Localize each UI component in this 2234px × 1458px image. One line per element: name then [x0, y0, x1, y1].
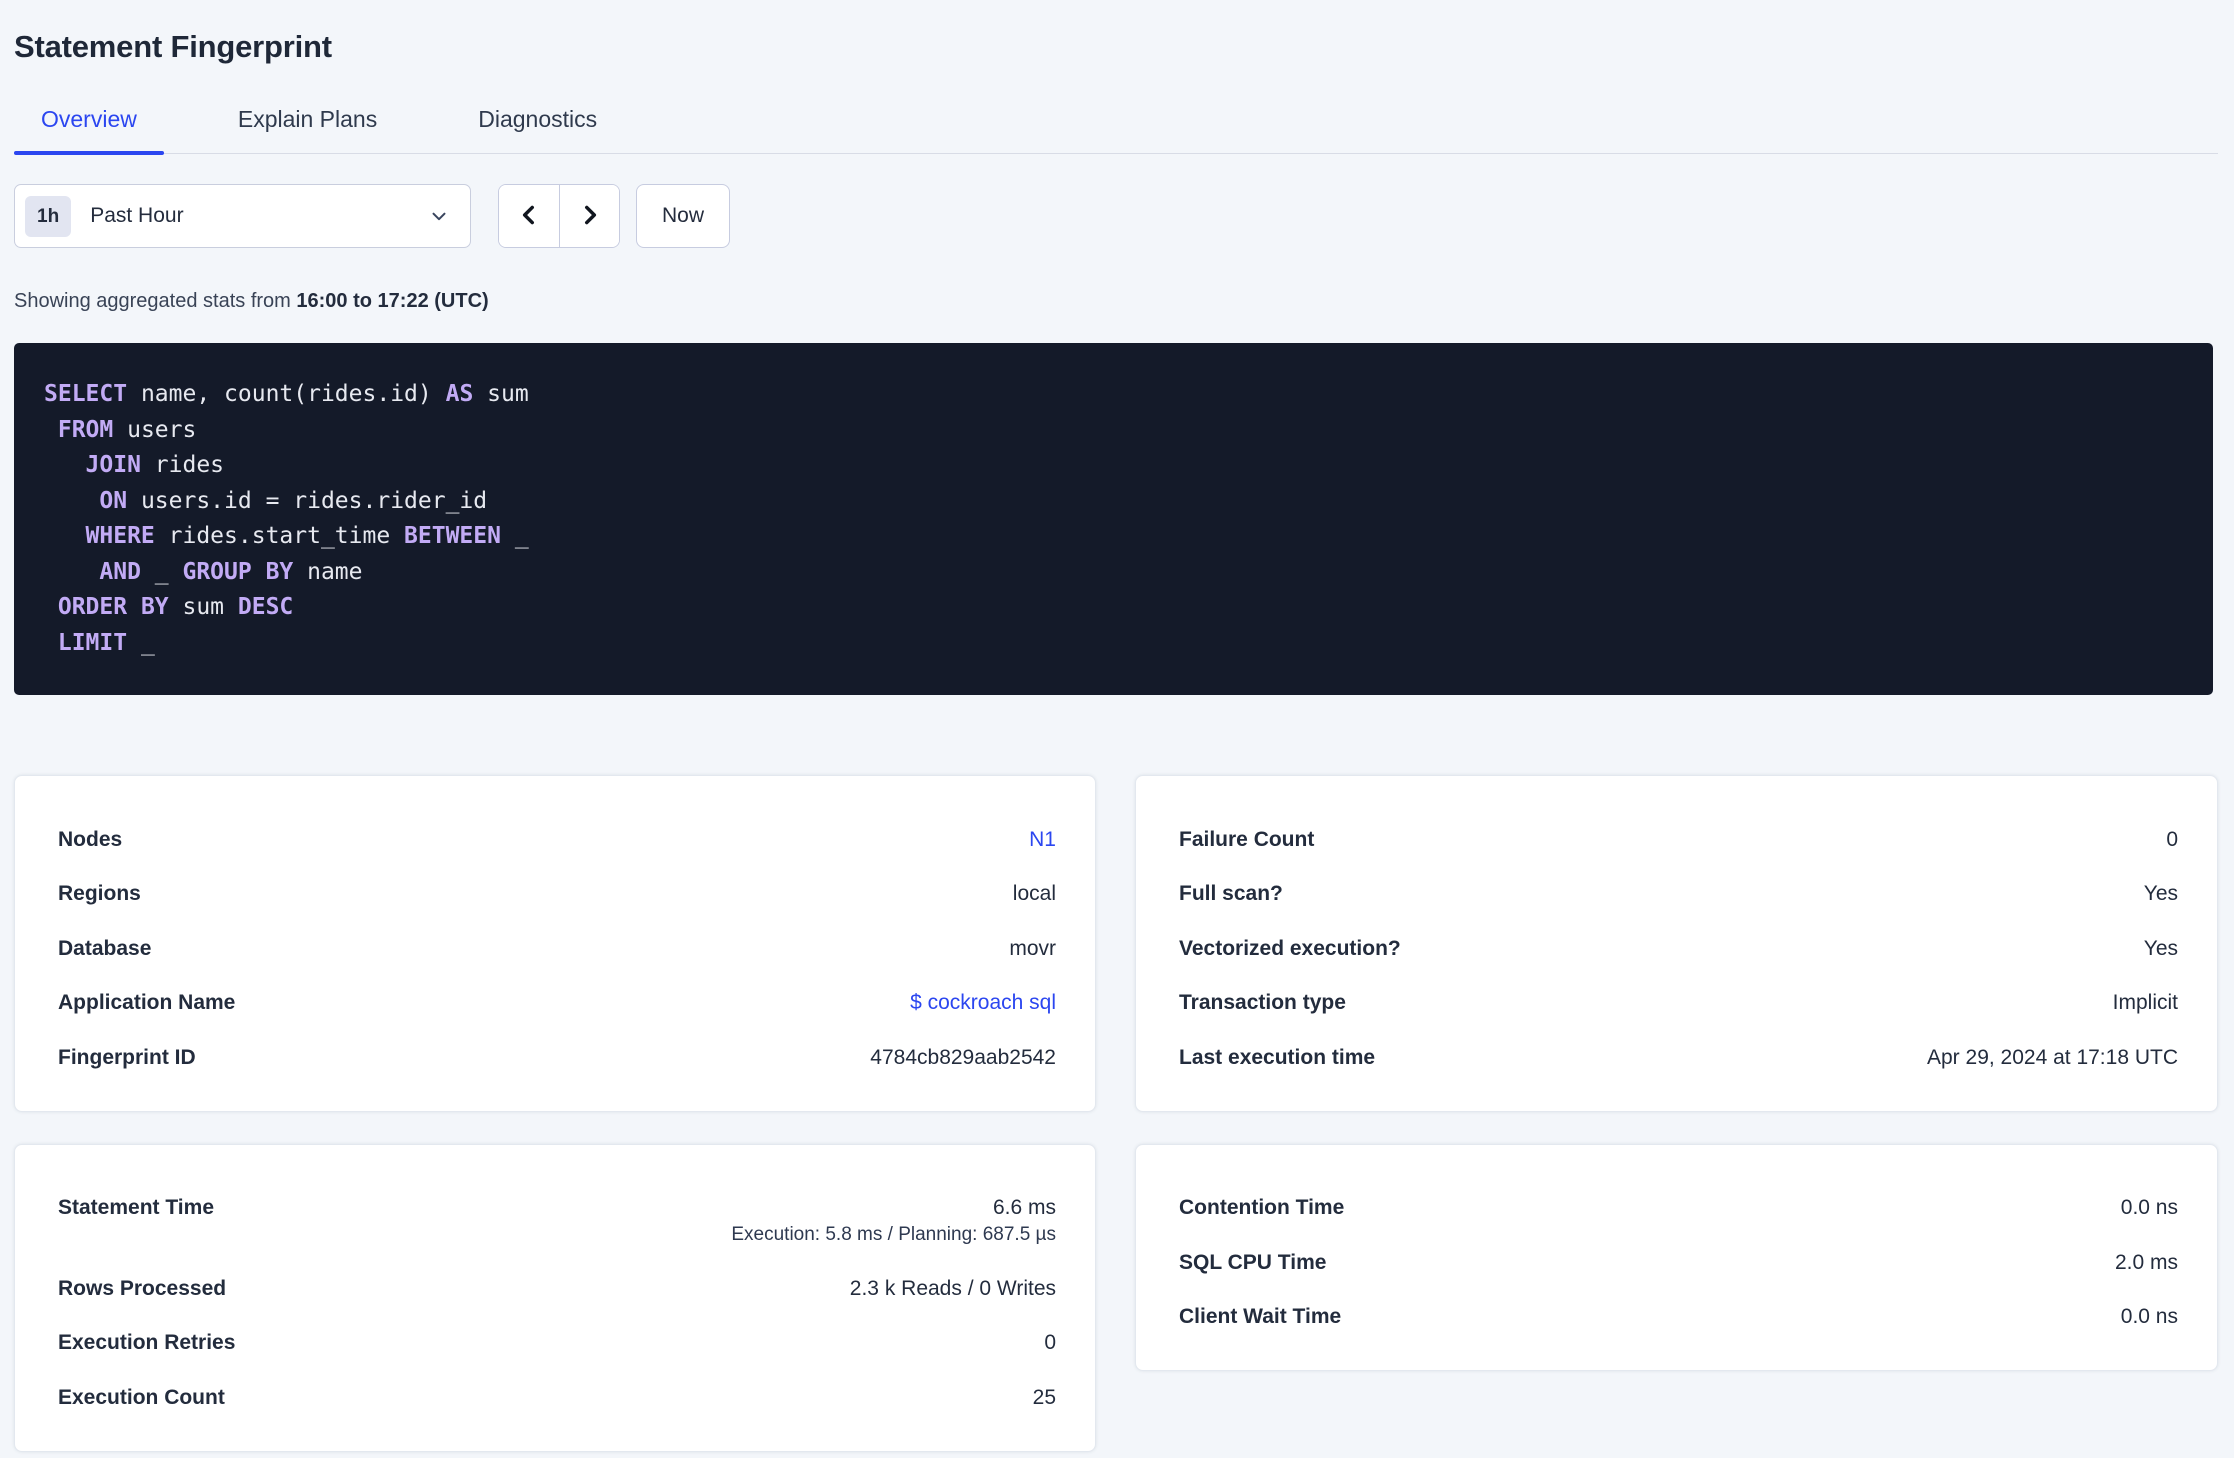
row-label: Failure Count	[1179, 827, 1315, 851]
row-label: Contention Time	[1179, 1196, 1345, 1219]
row-value: Yes	[2143, 882, 2178, 905]
info-row: Execution Count 25	[58, 1370, 1056, 1425]
info-row: SQL CPU Time 2.0 ms	[1179, 1235, 2178, 1290]
time-interval-dropdown[interactable]: 1h Past Hour	[14, 184, 471, 248]
row-label: Transaction type	[1179, 991, 1346, 1014]
tab-label: Explain Plans	[237, 106, 378, 132]
row-label: Database	[58, 936, 152, 960]
prev-interval-button[interactable]	[499, 185, 559, 247]
timing-stats-card: Statement Time 6.6 ms Execution: 5.8 ms …	[14, 1143, 1096, 1452]
row-label: Last execution time	[1179, 1045, 1376, 1069]
chevron-down-icon	[428, 205, 450, 227]
row-value: local	[1012, 882, 1056, 905]
row-label: Vectorized execution?	[1179, 936, 1401, 960]
info-row: Nodes N1	[58, 812, 1056, 867]
row-label: Full scan?	[1179, 882, 1283, 905]
tab-bar: Overview Explain Plans Diagnostics	[14, 106, 2218, 155]
chevron-left-icon	[516, 202, 542, 231]
row-value: movr	[1009, 936, 1056, 960]
row-value: 2.0 ms	[2114, 1250, 2178, 1274]
info-row: Client Wait Time 0.0 ns	[1179, 1290, 2178, 1345]
row-label: Regions	[58, 882, 141, 905]
row-value: Yes	[2143, 936, 2178, 960]
next-interval-button[interactable]	[559, 185, 619, 247]
row-value: Implicit	[2112, 991, 2178, 1014]
tab-label: Overview	[41, 106, 137, 132]
aggregated-stats-line: Showing aggregated stats from 16:00 to 1…	[14, 289, 2218, 313]
row-value-link[interactable]: $ cockroach sql	[910, 989, 1056, 1017]
statement-details-card: Nodes N1 Regions local Database movr App…	[14, 775, 1096, 1112]
info-row: Database movr	[58, 921, 1056, 976]
sql-line: LIMIT _	[57, 629, 155, 656]
row-value: Apr 29, 2024 at 17:18 UTC	[1927, 1045, 2178, 1069]
info-row: Failure Count 0	[1179, 812, 2178, 867]
row-value-link[interactable]: N1	[1029, 826, 1056, 854]
row-value: 0.0 ns	[2120, 1196, 2178, 1219]
row-value: 0	[2166, 827, 2178, 851]
chevron-right-icon	[577, 202, 603, 231]
info-row: Contention Time 0.0 ns	[1179, 1181, 2178, 1236]
sql-line: SELECT name, count(rides.id) AS sum	[44, 381, 529, 407]
sql-statement: SELECT name, count(rides.id) AS sum FROM…	[44, 377, 2183, 661]
row-value: 6.6 ms	[992, 1196, 1056, 1219]
statement-fingerprint-page: Statement Fingerprint Overview Explain P…	[0, 0, 2234, 1452]
row-label: Execution Count	[58, 1385, 225, 1409]
stats-line-prefix: Showing aggregated stats from	[14, 290, 297, 312]
row-label: Statement Time	[58, 1196, 214, 1219]
sql-line: AND _ GROUP BY name	[99, 558, 363, 585]
time-toolbar: 1h Past Hour Now	[14, 184, 2218, 248]
info-row: Vectorized execution? Yes	[1179, 921, 2178, 976]
info-row: Regions local	[58, 867, 1056, 922]
summary-cards-grid: Nodes N1 Regions local Database movr App…	[14, 775, 2218, 1452]
wait-times-card: Contention Time 0.0 ns SQL CPU Time 2.0 …	[1135, 1143, 2218, 1371]
tab-label: Diagnostics	[478, 106, 598, 132]
sql-line: ON users.id = rides.rider_id	[99, 487, 488, 514]
row-value: 0	[1044, 1331, 1056, 1354]
sql-line: JOIN rides	[85, 452, 225, 478]
info-row: Rows Processed 2.3 k Reads / 0 Writes	[58, 1261, 1056, 1316]
time-interval-label: Past Hour	[90, 204, 184, 227]
row-subvalue: Execution: 5.8 ms / Planning: 687.5 µs	[731, 1223, 1056, 1245]
sql-line: ORDER BY sum DESC	[57, 594, 294, 620]
stats-line-range: 16:00 to 17:22 (UTC)	[296, 290, 489, 312]
page-title: Statement Fingerprint	[14, 29, 332, 64]
info-row: Transaction type Implicit	[1179, 976, 2178, 1031]
time-interval-badge: 1h	[25, 195, 72, 237]
tab-explain-plans[interactable]: Explain Plans	[211, 106, 404, 153]
tab-overview[interactable]: Overview	[14, 106, 164, 155]
info-row: Application Name $ cockroach sql	[58, 976, 1056, 1031]
sql-line: WHERE rides.start_time BETWEEN _	[85, 523, 529, 549]
row-value: 2.3 k Reads / 0 Writes	[849, 1276, 1056, 1300]
info-row: Statement Time 6.6 ms Execution: 5.8 ms …	[58, 1181, 1056, 1262]
execution-attributes-card: Failure Count 0 Full scan? Yes Vectorize…	[1135, 775, 2218, 1112]
row-value: 25	[1032, 1385, 1056, 1409]
row-label: Client Wait Time	[1179, 1305, 1342, 1328]
info-row: Last execution time Apr 29, 2024 at 17:1…	[1179, 1030, 2178, 1085]
info-row: Execution Retries 0	[58, 1316, 1056, 1371]
sql-statement-box: SELECT name, count(rides.id) AS sum FROM…	[14, 343, 2213, 695]
tab-diagnostics[interactable]: Diagnostics	[451, 106, 624, 153]
time-nav-group	[498, 184, 620, 248]
sql-line: FROM users	[57, 416, 197, 443]
info-row: Full scan? Yes	[1179, 867, 2178, 922]
row-label: SQL CPU Time	[1179, 1250, 1327, 1274]
now-button[interactable]: Now	[636, 184, 730, 248]
row-label: Nodes	[58, 827, 123, 851]
row-value: 0.0 ns	[2120, 1305, 2178, 1328]
info-row: Fingerprint ID 4784cb829aab2542	[58, 1030, 1056, 1085]
row-value: 4784cb829aab2542	[870, 1045, 1056, 1069]
row-label: Application Name	[58, 991, 236, 1014]
row-label: Fingerprint ID	[58, 1045, 196, 1069]
row-label: Execution Retries	[58, 1331, 236, 1354]
row-label: Rows Processed	[58, 1276, 227, 1300]
